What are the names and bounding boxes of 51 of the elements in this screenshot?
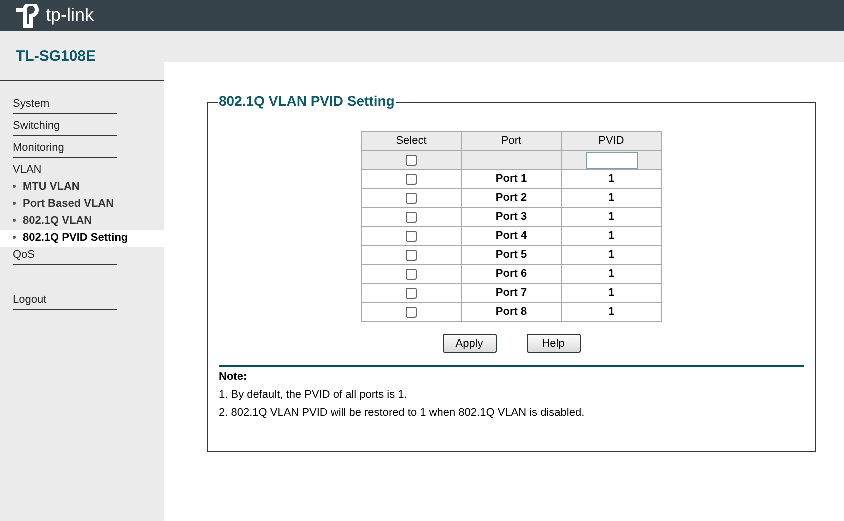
table-cell: 1 bbox=[562, 208, 662, 226]
note-text: 1. By default, the PVID of all ports is 1. bbox=[219, 389, 408, 401]
table-cell: Port 3 bbox=[462, 208, 562, 226]
table-cell: 1 bbox=[562, 264, 662, 284]
table-cell: Port 2 bbox=[462, 188, 562, 208]
table-cell: 1 bbox=[562, 302, 662, 322]
bullet-icon bbox=[13, 236, 16, 239]
sidebar-item[interactable]: VLAN bbox=[13, 162, 164, 179]
table-cell: 1 bbox=[562, 226, 662, 246]
sidebar-item[interactable]: System bbox=[13, 96, 117, 114]
help-button[interactable]: Help bbox=[526, 334, 580, 353]
apply-button[interactable]: Apply bbox=[442, 334, 496, 353]
logo-text: tp-link bbox=[46, 5, 94, 26]
section-title: 802.1Q VLAN PVID Setting bbox=[218, 93, 396, 109]
table-cell: Port 1 bbox=[462, 170, 562, 188]
checkbox[interactable] bbox=[406, 288, 417, 299]
sidebar-item[interactable]: Logout bbox=[13, 292, 117, 310]
checkbox[interactable] bbox=[406, 306, 417, 318]
bullet-icon bbox=[13, 218, 16, 222]
checkbox[interactable] bbox=[406, 268, 417, 280]
sidebar-item[interactable]: QoS bbox=[13, 247, 117, 265]
table-cell: Port 4 bbox=[462, 226, 562, 246]
checkbox[interactable] bbox=[406, 230, 417, 242]
sidebar-item[interactable]: Port Based VLAN bbox=[0, 196, 164, 213]
sidebar-item[interactable]: 802.1Q PVID Setting bbox=[0, 230, 164, 247]
table-cell: Port 7 bbox=[462, 284, 562, 302]
column-header: PVID bbox=[562, 132, 662, 150]
pvid-input-field[interactable] bbox=[586, 152, 638, 168]
table-cell: Port 8 bbox=[462, 302, 562, 322]
model-name: TL-SG108E bbox=[15, 47, 98, 67]
checkbox[interactable] bbox=[406, 250, 417, 261]
checkbox[interactable] bbox=[406, 154, 417, 166]
table-cell: Port 6 bbox=[462, 264, 562, 284]
sidebar-item[interactable]: Switching bbox=[13, 118, 117, 136]
table-cell: 1 bbox=[562, 246, 662, 264]
table-cell: Port 5 bbox=[462, 246, 562, 264]
note-title: Note: bbox=[219, 371, 248, 383]
sidebar-item[interactable]: MTU VLAN bbox=[0, 179, 164, 196]
note-text: 2. 802.1Q VLAN PVID will be restored to 1 when 802.1Q VLAN is disabled. bbox=[219, 407, 586, 419]
column-header: Select bbox=[362, 132, 462, 150]
checkbox[interactable] bbox=[406, 192, 417, 204]
sidebar-item[interactable]: Monitoring bbox=[13, 140, 117, 158]
table-cell: 1 bbox=[562, 188, 662, 208]
column-header: Port bbox=[462, 132, 562, 150]
bullet-icon bbox=[13, 184, 16, 188]
sidebar-item[interactable]: 802.1Q VLAN bbox=[0, 213, 164, 230]
table-cell: 1 bbox=[562, 170, 662, 188]
checkbox[interactable] bbox=[406, 174, 417, 185]
table-cell: 1 bbox=[562, 284, 662, 302]
checkbox[interactable] bbox=[406, 212, 417, 223]
bullet-icon bbox=[13, 202, 16, 205]
